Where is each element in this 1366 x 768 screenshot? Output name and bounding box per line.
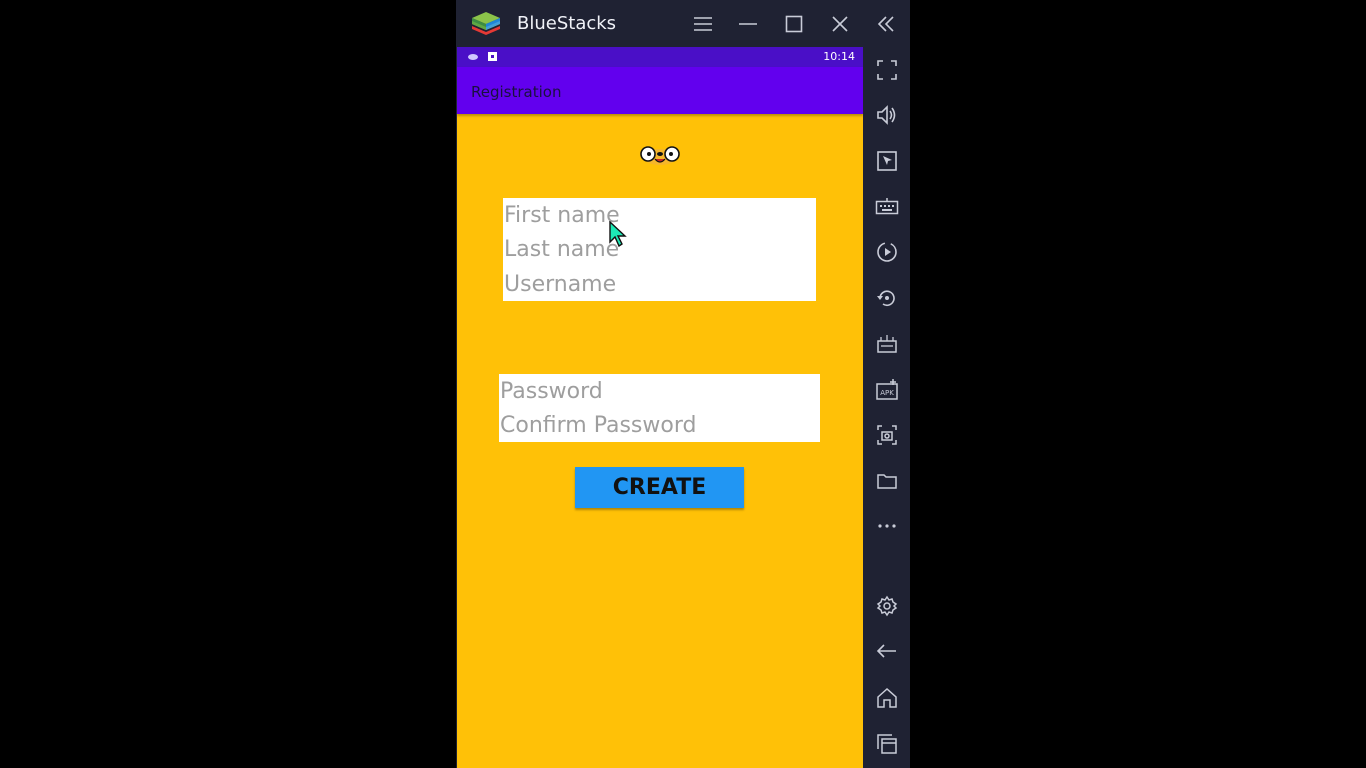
settings-icon[interactable] [874, 593, 900, 619]
screenshot-icon[interactable] [874, 422, 900, 448]
password-fields-group [499, 374, 820, 443]
mouse-pointer-icon [609, 221, 629, 247]
volume-icon[interactable] [874, 102, 900, 128]
first-name-field[interactable] [503, 198, 816, 233]
svg-text:APK: APK [880, 389, 894, 397]
confirm-password-field[interactable] [499, 408, 820, 443]
pointer-icon[interactable] [874, 148, 900, 174]
android-screen: 10:14 Registration CREATE [457, 47, 863, 768]
tool-sidebar: APK [864, 47, 910, 768]
status-bar: 10:14 [457, 47, 863, 67]
collapse-sidebar-icon[interactable] [872, 10, 900, 38]
dog-face-icon [638, 145, 682, 167]
macro-record-icon[interactable] [874, 239, 900, 265]
home-icon[interactable] [874, 685, 900, 711]
name-fields-group [503, 198, 816, 302]
hamburger-menu-icon[interactable] [689, 10, 717, 38]
rotate-icon[interactable] [874, 285, 900, 311]
create-button[interactable]: CREATE [575, 467, 744, 508]
install-apk-icon[interactable]: APK [874, 377, 900, 403]
close-icon[interactable] [826, 10, 854, 38]
title-bar: BlueStacks [456, 0, 910, 47]
recent-apps-icon[interactable] [874, 731, 900, 757]
app-notification-icon [488, 52, 498, 61]
status-time: 10:14 [823, 50, 855, 63]
more-icon[interactable] [874, 513, 900, 539]
password-field[interactable] [499, 374, 820, 409]
multi-instance-icon[interactable] [874, 331, 900, 357]
bluestacks-window: BlueStacks 10:14 Registration First name… [456, 0, 910, 768]
last-name-field[interactable] [503, 232, 816, 267]
username-field[interactable] [503, 267, 816, 302]
minimize-icon[interactable] [734, 10, 762, 38]
notification-icon [468, 52, 478, 61]
keyboard-icon[interactable] [874, 194, 900, 220]
app-title: BlueStacks [517, 13, 617, 34]
bluestacks-logo-icon [470, 10, 502, 38]
maximize-icon[interactable] [780, 10, 808, 38]
app-bar: Registration [457, 67, 863, 114]
folder-icon[interactable] [874, 468, 900, 494]
fullscreen-icon[interactable] [874, 57, 900, 83]
page-title: Registration [471, 83, 562, 101]
back-icon[interactable] [874, 638, 900, 664]
